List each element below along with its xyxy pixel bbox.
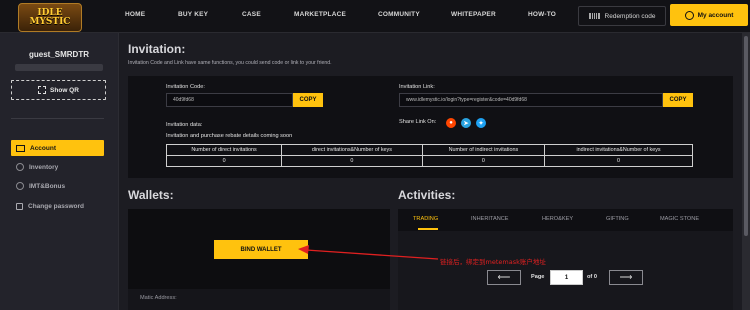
matic-address-label: Matic Address: bbox=[140, 295, 177, 301]
nav-whitepaper[interactable]: WHITEPAPER bbox=[451, 11, 496, 18]
tab-inheritance[interactable]: INHERITANCE bbox=[471, 216, 509, 222]
share-link-label: Share Link On: bbox=[399, 119, 437, 125]
table-header-row: Number of direct invitations direct invi… bbox=[165, 144, 693, 156]
invitation-link-field[interactable]: www.idlemystic.io/login?type=register&co… bbox=[399, 93, 663, 107]
nav-buy-key[interactable]: BUY KEY bbox=[178, 11, 208, 18]
logo[interactable]: IDLE MYSTIC bbox=[18, 3, 82, 32]
tab-hero-key[interactable]: HERO&KEY bbox=[542, 216, 573, 222]
lock-icon bbox=[16, 202, 23, 210]
table-row: 0 0 0 0 bbox=[165, 155, 693, 167]
invitation-subtitle: Invitation Code and Link have same funct… bbox=[128, 60, 332, 66]
rebate-note: Invitation and purchase rebate details c… bbox=[166, 133, 293, 139]
page-label: Page bbox=[531, 274, 545, 280]
nav-case[interactable]: CASE bbox=[242, 11, 261, 18]
table-cell: 0 bbox=[421, 155, 546, 167]
sidebar-item-label: Inventory bbox=[29, 163, 59, 171]
account-icon bbox=[16, 144, 25, 152]
tab-gifting[interactable]: GIFTING bbox=[606, 216, 629, 222]
scrollbar-thumb[interactable] bbox=[744, 36, 748, 236]
twitter-icon[interactable]: ✦ bbox=[476, 118, 486, 128]
page-input[interactable]: 1 bbox=[550, 270, 583, 285]
nav-how-to[interactable]: HOW-TO bbox=[528, 11, 556, 18]
invitation-stats-table: Number of direct invitations direct invi… bbox=[165, 144, 693, 167]
nav-marketplace[interactable]: MARKETPLACE bbox=[294, 11, 346, 18]
wallets-title: Wallets: bbox=[128, 188, 174, 202]
invitation-title: Invitation: bbox=[128, 42, 186, 56]
sidebar-item-imt-bonus[interactable]: IMT&Bonus bbox=[11, 178, 104, 194]
nav-community[interactable]: COMMUNITY bbox=[378, 11, 420, 18]
show-qr-label: Show QR bbox=[50, 86, 79, 94]
next-page-button[interactable]: ⟶ bbox=[609, 270, 643, 285]
telegram-icon[interactable]: ➤ bbox=[461, 118, 471, 128]
page-total: of 0 bbox=[587, 274, 597, 280]
my-account-button[interactable]: My account bbox=[670, 4, 748, 26]
table-header: Number of direct invitations bbox=[165, 144, 283, 156]
sidebar-item-change-password[interactable]: Change password bbox=[11, 198, 104, 214]
reddit-icon[interactable]: ● bbox=[446, 118, 456, 128]
tab-magic-stone[interactable]: MAGIC STONE bbox=[660, 216, 699, 222]
username: guest_SMRDTR bbox=[28, 50, 89, 59]
active-tab-indicator bbox=[418, 228, 438, 230]
table-header: indirect invitations&Number of keys bbox=[544, 144, 693, 156]
table-header: Number of indirect invitations bbox=[421, 144, 546, 156]
table-cell: 0 bbox=[544, 155, 693, 167]
nav-home[interactable]: HOME bbox=[125, 11, 145, 18]
qr-icon bbox=[38, 86, 47, 94]
table-cell: 0 bbox=[165, 155, 283, 167]
redemption-label: Redemption code bbox=[604, 12, 656, 20]
sidebar-item-label: IMT&Bonus bbox=[29, 182, 66, 190]
activities-title: Activities: bbox=[398, 188, 456, 202]
table-cell: 0 bbox=[281, 155, 423, 167]
barcode-icon bbox=[588, 13, 600, 19]
inventory-icon bbox=[16, 163, 24, 171]
show-qr-button[interactable]: Show QR bbox=[11, 80, 106, 100]
blurred-address bbox=[15, 64, 103, 71]
copy-link-button[interactable]: COPY bbox=[663, 93, 693, 107]
logo-line2: MYSTIC bbox=[29, 16, 71, 27]
invitation-link-label: Invitation Link: bbox=[399, 84, 435, 90]
tab-trading[interactable]: TRADING bbox=[413, 216, 438, 222]
annotation-note: 链接后，绑定到metemask账户地址 bbox=[440, 258, 546, 266]
copy-code-button[interactable]: COPY bbox=[293, 93, 323, 107]
sidebar-item-label: Change password bbox=[28, 202, 84, 210]
table-header: direct invitations&Number of keys bbox=[281, 144, 423, 156]
my-account-label: My account bbox=[697, 11, 734, 19]
invitation-code-field[interactable]: 40d9fd68 bbox=[166, 93, 293, 107]
prev-page-button[interactable]: ⟵ bbox=[487, 270, 521, 285]
sidebar-item-account[interactable]: Account bbox=[11, 140, 104, 156]
invitation-code-label: Invitation Code: bbox=[166, 84, 205, 90]
redemption-code-button[interactable]: Redemption code bbox=[578, 6, 666, 26]
invitation-data-label: Invitation data: bbox=[166, 122, 203, 128]
user-icon bbox=[684, 10, 694, 20]
bonus-icon bbox=[16, 182, 24, 190]
annotation-arrow bbox=[298, 245, 439, 260]
sidebar-item-inventory[interactable]: Inventory bbox=[11, 159, 104, 175]
sidebar-divider bbox=[11, 118, 104, 119]
sidebar-item-label: Account bbox=[30, 144, 56, 152]
